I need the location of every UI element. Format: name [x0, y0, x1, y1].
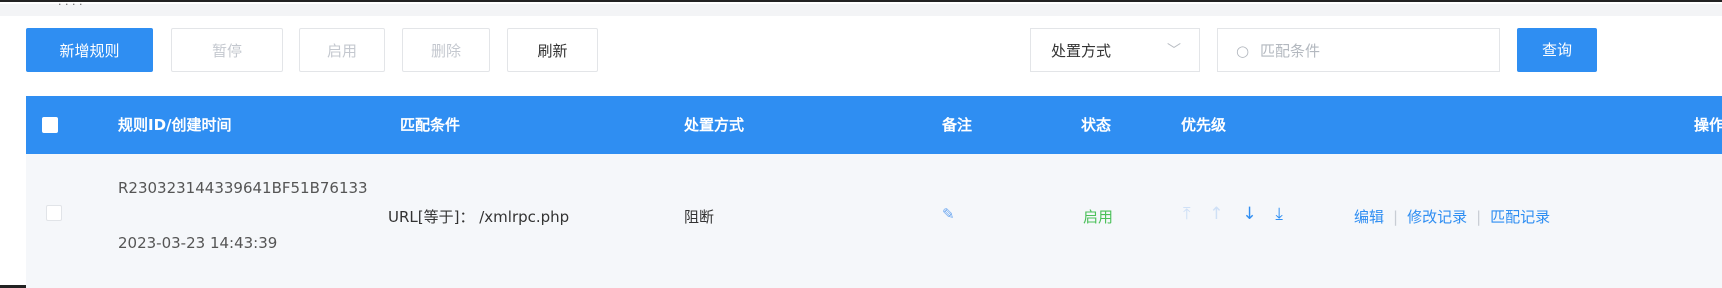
table-header: 规则ID/创建时间 匹配条件 处置方式 备注 状态 优先级 操作: [26, 96, 1722, 154]
separator: |: [1393, 208, 1399, 226]
header-operation: 操作: [1694, 116, 1722, 134]
query-button[interactable]: 查询: [1517, 28, 1597, 72]
search-field[interactable]: ○: [1217, 28, 1500, 72]
match-log-link[interactable]: 匹配记录: [1490, 208, 1550, 226]
pause-button[interactable]: 暂停: [171, 28, 283, 72]
chevron-down-icon: ﹀: [1167, 43, 1181, 59]
window-frame: · · · · 新增规则 暂停 启用 删除 刷新 处置方式 ﹀ ○ 查询 规则I…: [0, 0, 1722, 288]
delete-button[interactable]: 删除: [402, 28, 490, 72]
header-rule-id: 规则ID/创建时间: [118, 116, 232, 134]
header-match: 匹配条件: [400, 116, 461, 134]
enable-button[interactable]: 启用: [299, 28, 385, 72]
select-all-checkbox[interactable]: [42, 117, 58, 133]
row-operations: 编辑 | 修改记录 | 匹配记录: [1354, 206, 1550, 227]
priority-controls: ⤒ ↑ ↓ ⤓: [1183, 204, 1297, 224]
move-up-icon[interactable]: ↑: [1209, 204, 1223, 224]
move-top-icon[interactable]: ⤒: [1183, 204, 1191, 224]
separator: |: [1476, 208, 1482, 226]
move-down-icon[interactable]: ↓: [1242, 204, 1256, 224]
edit-link[interactable]: 编辑: [1354, 208, 1384, 226]
row-checkbox[interactable]: [46, 205, 62, 221]
toolbar: 新增规则 暂停 启用 删除 刷新 处置方式 ﹀ ○ 查询: [26, 28, 1722, 74]
header-priority: 优先级: [1181, 116, 1227, 134]
created-time: 2023-03-23 14:43:39: [118, 234, 278, 252]
top-strip: · · · ·: [0, 0, 1722, 16]
top-strip-text: · · · ·: [58, 0, 83, 11]
action-select[interactable]: 处置方式 ﹀: [1030, 28, 1200, 72]
search-input[interactable]: [1258, 39, 1482, 63]
search-icon: ○: [1236, 42, 1250, 60]
action-select-value: 处置方式: [1051, 42, 1112, 60]
add-rule-button[interactable]: 新增规则: [26, 28, 153, 72]
pencil-icon[interactable]: ✎: [942, 205, 955, 223]
action-value: 阻断: [684, 208, 715, 226]
status-value: 启用: [1083, 208, 1114, 226]
move-bottom-icon[interactable]: ⤓: [1275, 204, 1283, 224]
header-remark: 备注: [942, 116, 973, 134]
match-condition: URL[等于]： /xmlrpc.php: [388, 208, 570, 226]
table-row: R230323144339641BF51B76133 2023-03-23 14…: [26, 154, 1722, 288]
refresh-button[interactable]: 刷新: [507, 28, 598, 72]
header-status: 状态: [1081, 116, 1112, 134]
header-action: 处置方式: [684, 116, 745, 134]
rule-id: R230323144339641BF51B76133: [118, 179, 368, 197]
modify-log-link[interactable]: 修改记录: [1407, 208, 1467, 226]
